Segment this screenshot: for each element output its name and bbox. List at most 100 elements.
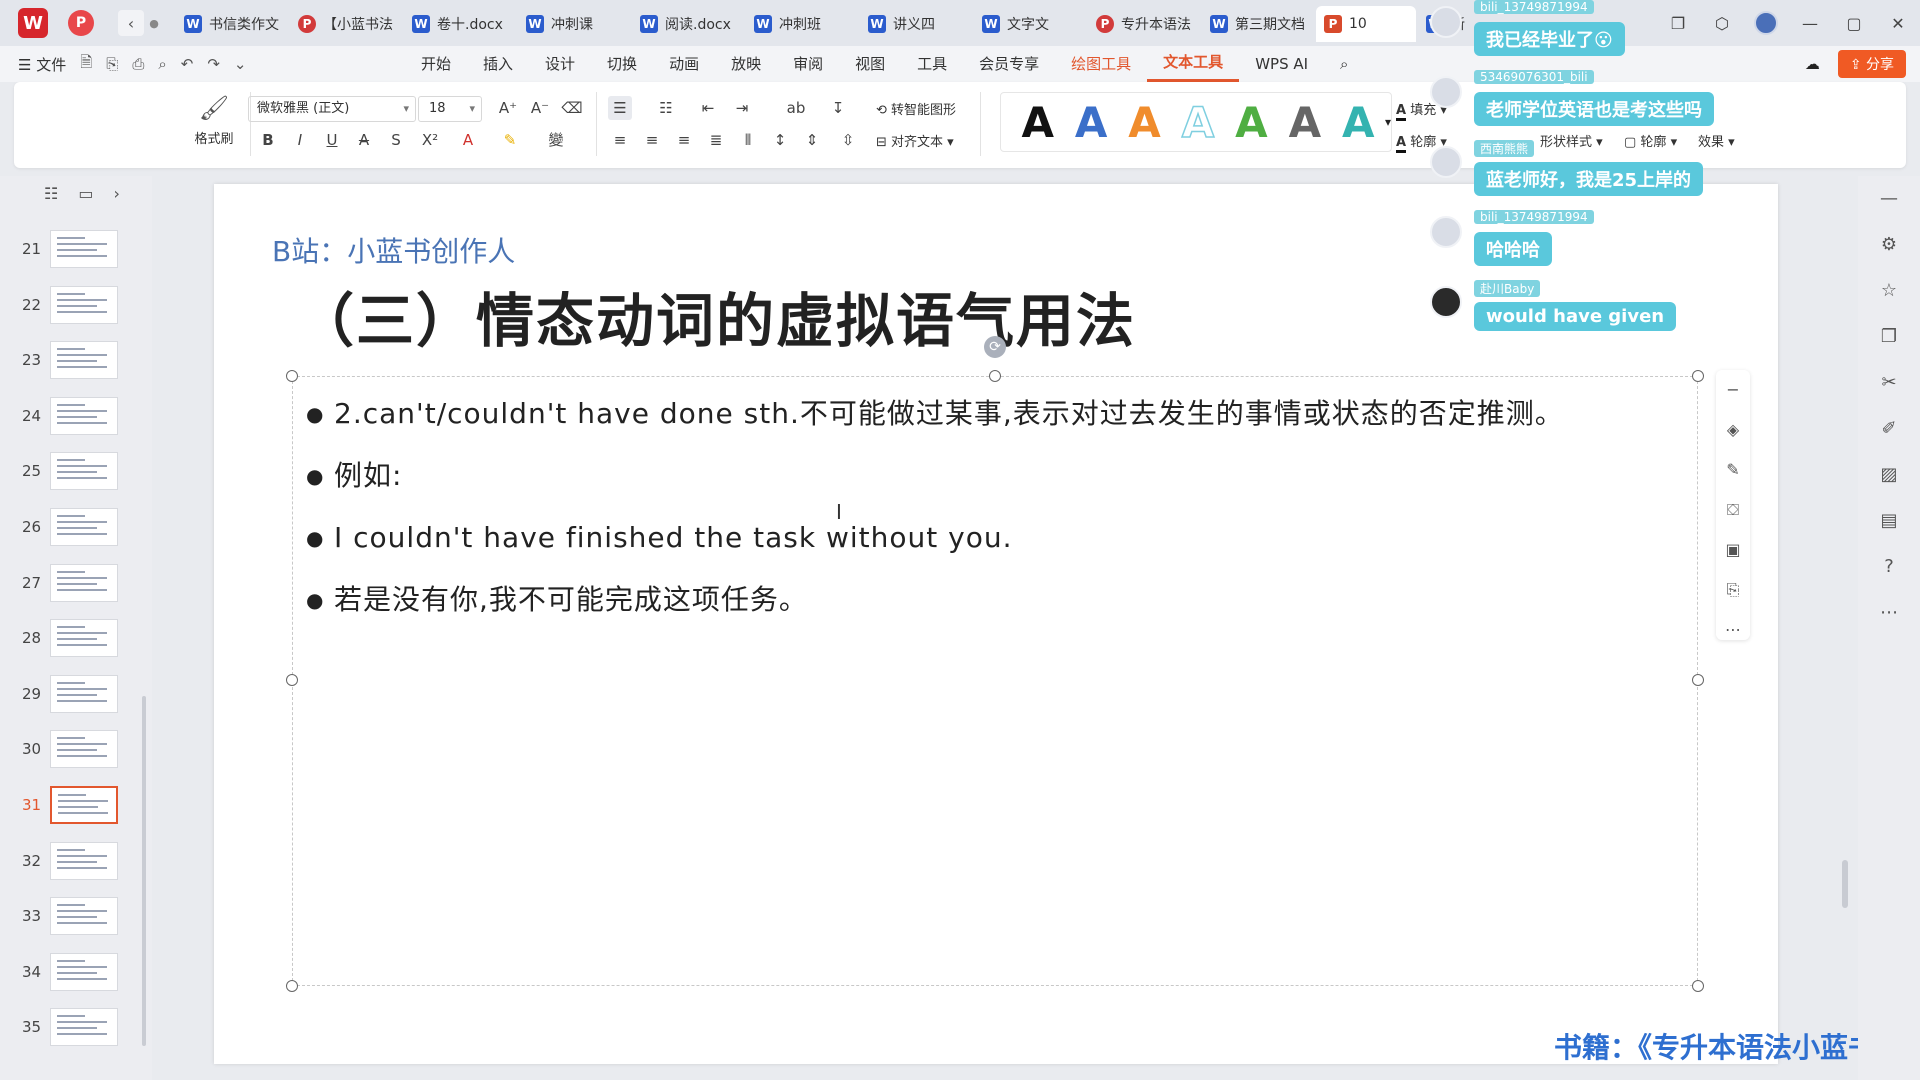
align-right-icon[interactable]: ≡ xyxy=(672,128,696,152)
tools-icon[interactable]: ✂ xyxy=(1858,360,1920,406)
document-tab[interactable]: P 10 xyxy=(1316,6,1416,42)
slide-title[interactable]: （三）情态动词的虚拟语气用法 xyxy=(296,274,1136,358)
chevron-left-icon[interactable]: ‹ xyxy=(118,10,144,36)
text-style-option[interactable]: A xyxy=(1332,98,1385,147)
resize-handle[interactable] xyxy=(1692,674,1704,686)
resize-handle[interactable] xyxy=(286,980,298,992)
document-tab[interactable]: W 冲刺课 xyxy=(518,6,630,42)
resize-handle[interactable] xyxy=(1692,980,1704,992)
search-icon[interactable]: ⌕ xyxy=(1324,46,1364,82)
outline-view-icon[interactable]: ☷ xyxy=(44,184,58,203)
menu-item[interactable]: 会员专享 xyxy=(963,46,1055,82)
document-tab[interactable]: P 专升本语法 xyxy=(1088,6,1200,42)
save-icon[interactable]: 🗎 xyxy=(80,52,92,77)
align-left-icon[interactable]: ≡ xyxy=(608,128,632,152)
frame-icon[interactable]: ▣ xyxy=(1716,530,1750,570)
phonetic-icon[interactable]: 變 xyxy=(544,128,568,152)
menu-item[interactable]: 设计 xyxy=(529,46,591,82)
bullet-item[interactable]: 若是没有你,我不可能完成这项任务。 xyxy=(306,576,1686,638)
menu-item[interactable]: 工具 xyxy=(901,46,963,82)
highlight-icon[interactable]: ✎ xyxy=(498,128,522,152)
slide-thumbnail[interactable]: 35 xyxy=(0,1008,152,1048)
help-icon[interactable]: ? xyxy=(1858,544,1920,590)
slide-thumbnail[interactable]: 31 xyxy=(0,786,152,826)
wps-logo[interactable]: W xyxy=(18,8,48,38)
maximize-icon[interactable]: ▢ xyxy=(1832,14,1876,33)
minimize-icon[interactable]: — xyxy=(1788,14,1832,33)
pen-icon[interactable]: ✎ xyxy=(1716,450,1750,490)
menu-text-tools[interactable]: 文本工具 xyxy=(1147,46,1240,82)
document-tab[interactable]: W 冲刺班 xyxy=(746,6,858,42)
sort-icon[interactable]: ↧ xyxy=(826,96,850,120)
sliders-icon[interactable]: ⚙ xyxy=(1858,222,1920,268)
slide-thumbnail[interactable]: 34 xyxy=(0,952,152,993)
slide-thumbnail[interactable]: 28 xyxy=(0,619,152,659)
pdf-logo[interactable]: P xyxy=(68,10,94,36)
text-direction-icon[interactable]: ab xyxy=(784,96,808,120)
align-center-icon[interactable]: ≡ xyxy=(640,128,664,152)
format-painter-button[interactable]: 🖌 格式刷 xyxy=(184,94,244,147)
layers-icon[interactable]: ◈ xyxy=(1716,410,1750,450)
line-spacing-icon[interactable]: ↕ xyxy=(768,128,792,152)
close-icon[interactable]: ✕ xyxy=(1876,14,1920,33)
text-style-option[interactable]: A xyxy=(1225,98,1278,147)
shadow-icon[interactable]: S xyxy=(384,128,408,152)
slide-thumbnail[interactable]: 30 xyxy=(0,730,152,770)
convert-icon[interactable]: ⎘ xyxy=(1716,570,1750,610)
clear-format-icon[interactable]: ⌫ xyxy=(560,96,584,120)
print-icon[interactable]: ⎙ xyxy=(132,55,144,73)
more-icon[interactable]: ⋯ xyxy=(1858,590,1920,636)
redo-icon[interactable]: ↷ xyxy=(207,55,220,73)
text-style-option[interactable]: A xyxy=(1118,98,1171,147)
slide-thumbnail[interactable]: 23 xyxy=(0,341,152,381)
image-icon[interactable]: ▨ xyxy=(1858,452,1920,498)
document-tab[interactable]: W 卷十.docx xyxy=(404,6,516,42)
copy-icon[interactable]: ❐ xyxy=(1858,314,1920,360)
text-style-option[interactable]: A xyxy=(1011,98,1064,147)
minus-icon[interactable]: — xyxy=(1858,176,1920,222)
fill-bucket-icon[interactable]: ⛋ xyxy=(1716,490,1750,530)
increase-indent-icon[interactable]: ⇥ xyxy=(730,96,754,120)
slide-thumbnail[interactable]: 22 xyxy=(0,285,152,326)
thumbnail-view-icon[interactable]: ▭ xyxy=(78,184,93,203)
document-tab[interactable]: W 第三期文档 xyxy=(1202,6,1314,42)
document-tab[interactable]: W 阅读.docx xyxy=(632,6,744,42)
file-menu[interactable]: 文件 xyxy=(36,56,66,74)
document-tab[interactable]: W 书信类作文 xyxy=(176,6,288,42)
superscript-icon[interactable]: X² xyxy=(418,128,442,152)
slide-thumbnail[interactable]: 32 xyxy=(0,841,152,882)
bold-icon[interactable]: B xyxy=(256,128,280,152)
slide-thumbnail[interactable]: 26 xyxy=(0,508,152,548)
resize-handle[interactable] xyxy=(1692,370,1704,382)
menu-draw-tools[interactable]: 绘图工具 xyxy=(1055,46,1147,82)
user-avatar[interactable] xyxy=(1754,11,1778,35)
menu-wps-ai[interactable]: WPS AI xyxy=(1239,46,1324,82)
strikethrough-icon[interactable]: A xyxy=(352,128,376,152)
menu-item[interactable]: 视图 xyxy=(839,46,901,82)
export-icon[interactable]: ⎘ xyxy=(106,55,118,73)
font-family-select[interactable]: 微软雅黑 (正文) ▾ xyxy=(248,96,416,122)
text-style-option[interactable]: A xyxy=(1064,98,1117,147)
brush-icon[interactable]: ✐ xyxy=(1858,406,1920,452)
more-quick-icon[interactable]: ⌄ xyxy=(234,55,247,73)
smart-shape-button[interactable]: ⟲ 转智能图形 xyxy=(876,99,956,118)
share-button[interactable]: ⇪ 分享 xyxy=(1837,50,1906,78)
distribute-icon[interactable]: ⫴ xyxy=(736,128,760,152)
resize-handle[interactable] xyxy=(286,370,298,382)
document-tab[interactable]: W 文字文 xyxy=(974,6,1086,42)
menu-item[interactable]: 动画 xyxy=(653,46,715,82)
hamburger-icon[interactable]: ☰ 文件 xyxy=(18,54,66,75)
column-spacing-icon[interactable]: ⇳ xyxy=(836,128,860,152)
star-icon[interactable]: ☆ xyxy=(1858,268,1920,314)
canvas-scrollbar[interactable] xyxy=(1842,860,1848,908)
document-tab[interactable]: P 【小蓝书法 xyxy=(290,6,402,42)
menu-item[interactable]: 切换 xyxy=(591,46,653,82)
justify-icon[interactable]: ≣ xyxy=(704,128,728,152)
increase-font-icon[interactable]: A⁺ xyxy=(496,96,520,120)
menu-item[interactable]: 审阅 xyxy=(777,46,839,82)
bullet-item[interactable]: I couldn't have finished the task withou… xyxy=(306,514,1686,576)
slide-thumbnail[interactable]: 25 xyxy=(0,452,152,492)
text-style-option[interactable]: A xyxy=(1278,98,1331,147)
resize-handle[interactable] xyxy=(286,674,298,686)
document-tab[interactable]: W 讲义四 xyxy=(860,6,972,42)
